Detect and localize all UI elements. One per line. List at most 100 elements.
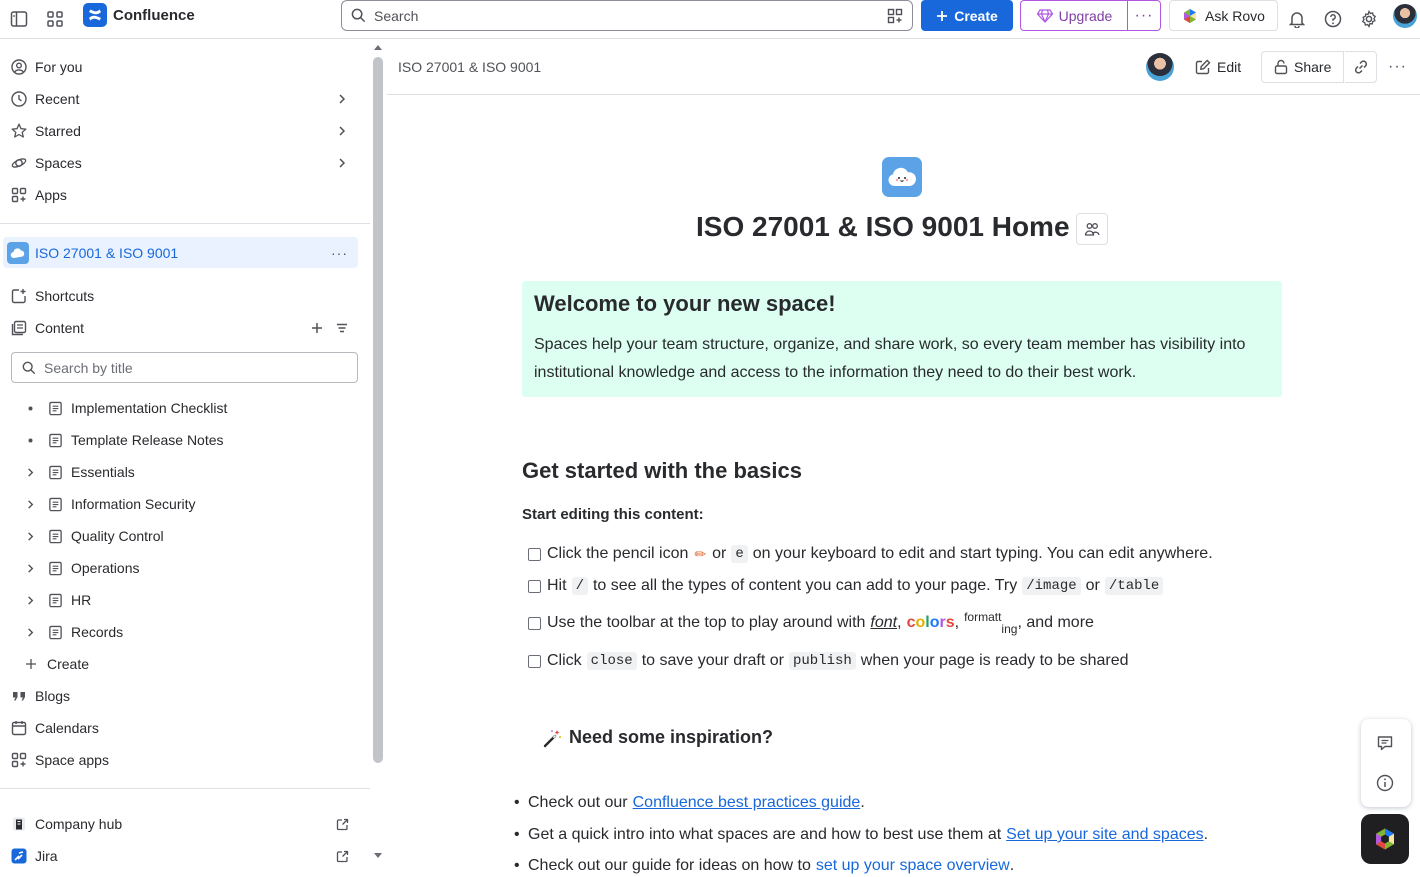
sidebar-item-create[interactable]: Create <box>0 650 360 678</box>
rovo-icon <box>1376 828 1394 850</box>
tree-item[interactable]: HR <box>20 586 360 614</box>
chevron-right-icon[interactable] <box>20 627 40 638</box>
add-content-icon[interactable] <box>311 322 323 334</box>
scroll-up-arrow-icon[interactable] <box>373 43 383 51</box>
clock-icon <box>9 91 29 107</box>
task-checkbox[interactable] <box>528 547 541 561</box>
sidebar-item-calendars[interactable]: Calendars <box>0 714 360 742</box>
page-icon <box>48 529 63 544</box>
sidebar-item-label: Recent <box>35 91 80 107</box>
filter-icon[interactable] <box>336 322 348 334</box>
page-icon <box>48 401 63 416</box>
help-icon[interactable] <box>1319 5 1347 33</box>
tree-item[interactable]: Quality Control <box>20 522 360 550</box>
sidebar-item-label: Blogs <box>35 688 71 704</box>
search-by-title-placeholder: Search by title <box>44 359 133 376</box>
upgrade-button[interactable]: Upgrade <box>1020 0 1128 31</box>
user-avatar[interactable] <box>1393 4 1417 28</box>
best-practices-link[interactable]: Confluence best practices guide <box>633 794 861 812</box>
tree-item-label: Operations <box>71 560 140 576</box>
setup-site-link[interactable]: Set up your site and spaces <box>1006 826 1203 844</box>
chevron-right-icon[interactable] <box>336 125 348 137</box>
sidebar-item-space-apps[interactable]: Space apps <box>0 746 360 774</box>
search-by-title-input[interactable]: Search by title <box>11 352 358 383</box>
sidebar-item-blogs[interactable]: Blogs <box>0 682 360 710</box>
more-actions-icon[interactable]: ··· <box>1388 51 1407 83</box>
sidebar-toggle-icon[interactable] <box>5 5 33 33</box>
page-cloud-emoji-icon[interactable] <box>882 157 922 197</box>
more-actions-icon[interactable]: ··· <box>331 245 348 261</box>
confluence-logo-icon[interactable] <box>83 3 107 27</box>
sidebar-scrollbar-thumb[interactable] <box>373 57 383 763</box>
external-link-icon[interactable] <box>336 850 349 863</box>
create-button[interactable]: Create <box>921 0 1013 31</box>
plus-icon <box>937 10 948 21</box>
people-icon <box>1084 223 1100 236</box>
task-item: Hit / to see all the types of content yo… <box>528 574 1168 598</box>
pencil-emoji-icon: ✏ <box>694 545 707 562</box>
sidebar-item-for-you[interactable]: For you <box>0 53 360 81</box>
app-switcher-icon[interactable] <box>41 5 69 33</box>
tree-item[interactable]: Operations <box>20 554 360 582</box>
share-button[interactable]: Share <box>1261 51 1345 83</box>
sidebar-item-company-hub[interactable]: Company hub <box>0 810 360 838</box>
tree-item[interactable]: Template Release Notes <box>20 426 360 454</box>
tree-item-label: Essentials <box>71 464 135 480</box>
space-overview-link[interactable]: set up your space overview <box>816 857 1010 875</box>
settings-gear-icon[interactable] <box>1355 5 1383 33</box>
sidebar-divider <box>0 223 370 224</box>
tree-item-label: HR <box>71 592 92 608</box>
task-checkbox[interactable] <box>528 654 541 668</box>
tree-item[interactable]: Records <box>20 618 360 646</box>
task-checkbox[interactable] <box>528 616 541 630</box>
external-link-icon[interactable] <box>336 818 349 831</box>
page-owner-button[interactable] <box>1076 213 1108 245</box>
search-input[interactable]: Search <box>341 0 913 31</box>
upgrade-more-button[interactable]: ··· <box>1127 0 1161 31</box>
sidebar-item-recent[interactable]: Recent <box>0 85 360 113</box>
chevron-right-icon[interactable] <box>20 563 40 574</box>
tree-item[interactable]: Essentials <box>20 458 360 486</box>
sidebar-item-apps[interactable]: Apps <box>0 181 360 209</box>
chevron-right-icon[interactable] <box>336 157 348 169</box>
sidebar-item-label: Company hub <box>35 816 123 832</box>
inline-code: /table <box>1104 577 1164 595</box>
link-icon <box>1354 60 1367 74</box>
sidebar-item-label: Apps <box>35 187 67 203</box>
sidebar-item-starred[interactable]: Starred <box>0 117 360 145</box>
chevron-right-icon[interactable] <box>20 467 40 478</box>
list-item: Check out our guide for ideas on how to … <box>514 857 1014 875</box>
subscript-text: ing <box>1001 622 1018 636</box>
page-icon <box>48 625 63 640</box>
comment-icon[interactable] <box>1376 734 1396 754</box>
sidebar-item-spaces[interactable]: Spaces <box>0 149 360 177</box>
ask-rovo-button[interactable]: Ask Rovo <box>1169 0 1278 31</box>
task-text: , and more <box>1017 614 1094 631</box>
copy-link-button[interactable] <box>1345 51 1377 83</box>
tree-item[interactable]: Information Security <box>20 490 360 518</box>
sidebar-item-label: Space apps <box>35 752 109 768</box>
breadcrumb[interactable]: ISO 27001 & ISO 9001 <box>398 59 541 75</box>
sidebar-item-content[interactable]: Content <box>0 314 360 342</box>
tree-item-label: Information Security <box>71 496 196 512</box>
tree-item[interactable]: Implementation Checklist <box>20 394 360 422</box>
search-filter-icon[interactable] <box>887 8 903 24</box>
chevron-right-icon[interactable] <box>20 595 40 606</box>
info-icon[interactable] <box>1376 774 1396 794</box>
edit-button[interactable]: Edit <box>1195 51 1241 83</box>
superscript-text: formatt <box>964 610 1002 624</box>
sidebar-item-shortcuts[interactable]: Shortcuts <box>0 282 360 310</box>
bullet-dot-icon <box>20 438 40 443</box>
chevron-right-icon[interactable] <box>20 499 40 510</box>
chevron-right-icon[interactable] <box>336 93 348 105</box>
sidebar-item-jira[interactable]: Jira <box>0 842 360 870</box>
chevron-right-icon[interactable] <box>20 531 40 542</box>
sidebar-space-item[interactable]: ISO 27001 & ISO 9001 ··· <box>3 237 358 268</box>
scroll-down-arrow-icon[interactable] <box>373 852 383 860</box>
app-name[interactable]: Confluence <box>113 7 195 24</box>
rovo-chat-button[interactable] <box>1361 814 1409 864</box>
page-collaborator-avatar[interactable] <box>1146 53 1174 81</box>
task-checkbox[interactable] <box>528 579 541 593</box>
notifications-bell-icon[interactable] <box>1283 5 1311 33</box>
inline-code: e <box>731 545 748 563</box>
